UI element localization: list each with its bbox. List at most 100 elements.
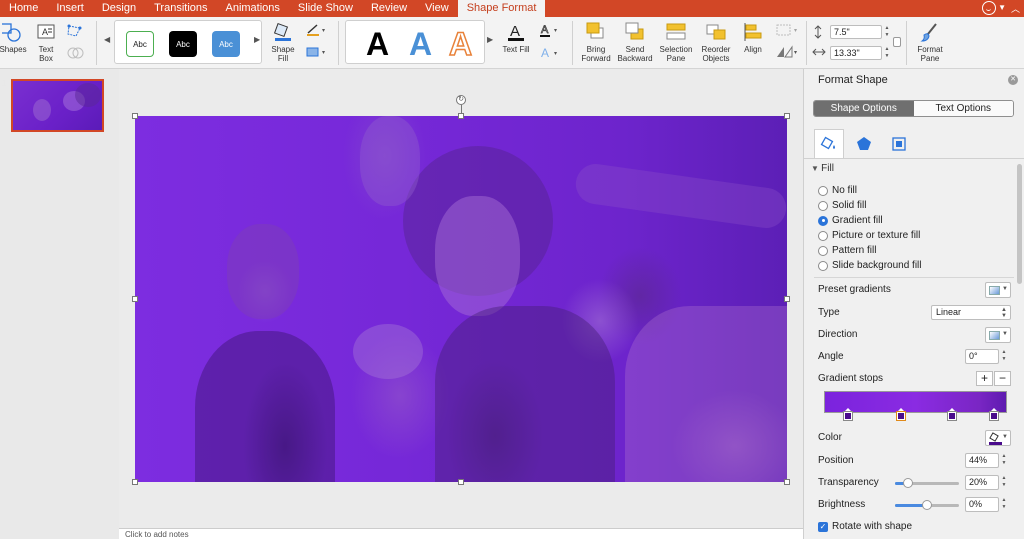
width-stepper[interactable]: ▲ ▼ bbox=[883, 46, 891, 60]
shape-outline-icon[interactable]: ▾ bbox=[305, 23, 329, 37]
format-pane-button[interactable]: Format Pane bbox=[912, 21, 948, 63]
radio-picture-fill[interactable] bbox=[818, 230, 828, 241]
text-effects-icon[interactable]: A ▾ bbox=[539, 45, 561, 61]
send-backward-button[interactable]: Send Backward bbox=[616, 21, 654, 63]
shape-options-tab[interactable]: Shape Options bbox=[814, 101, 914, 116]
fill-section-header[interactable]: ▼ Fill bbox=[811, 163, 834, 174]
reorder-objects-button[interactable]: Reorder Objects bbox=[698, 21, 734, 63]
wordart-style-orange[interactable]: A bbox=[448, 26, 473, 62]
resize-handle-left[interactable] bbox=[132, 296, 138, 302]
pattern-fill-option[interactable]: Pattern fill bbox=[818, 245, 876, 256]
gradient-stop-1[interactable] bbox=[842, 408, 853, 421]
gradient-type-select[interactable]: Linear ▲ ▼ bbox=[931, 305, 1011, 320]
text-options-tab[interactable]: Text Options bbox=[913, 101, 1013, 116]
svg-text:▾: ▾ bbox=[322, 28, 325, 34]
radio-slide-background-fill[interactable] bbox=[818, 260, 828, 271]
radio-no-fill[interactable] bbox=[818, 185, 828, 196]
rotate-with-shape-checkbox[interactable]: ✓ Rotate with shape bbox=[818, 521, 912, 532]
gradient-stop-4[interactable] bbox=[989, 408, 1000, 421]
rotate-objects-icon[interactable]: ▾ bbox=[775, 45, 801, 59]
slide-thumbnail[interactable] bbox=[11, 79, 104, 132]
wordart-style-blue[interactable]: A bbox=[409, 27, 432, 61]
lock-aspect-icon[interactable] bbox=[893, 37, 901, 47]
brightness-slider[interactable] bbox=[895, 500, 959, 510]
selected-image-shape[interactable] bbox=[135, 116, 787, 482]
radio-pattern-fill[interactable] bbox=[818, 245, 828, 256]
transparency-input[interactable]: 20% bbox=[965, 475, 999, 490]
shapes-button[interactable]: Shapes bbox=[0, 21, 27, 54]
slide-background-fill-option[interactable]: Slide background fill bbox=[818, 260, 922, 271]
align-button[interactable]: Align bbox=[738, 21, 768, 54]
add-gradient-stop-button[interactable]: + bbox=[976, 371, 993, 386]
picture-texture-fill-option[interactable]: Picture or texture fill bbox=[818, 230, 920, 241]
tab-review[interactable]: Review bbox=[362, 0, 416, 17]
brightness-slider-knob[interactable] bbox=[922, 500, 932, 510]
tab-design[interactable]: Design bbox=[93, 0, 145, 17]
edit-shape-icon[interactable] bbox=[66, 23, 86, 39]
text-fill-button[interactable]: A Text Fill bbox=[500, 21, 532, 54]
resize-handle-top[interactable] bbox=[458, 113, 464, 119]
radio-gradient-fill[interactable] bbox=[818, 215, 828, 226]
shape-style-blue[interactable]: Abc bbox=[212, 31, 240, 57]
shape-height-input[interactable]: 7.5" bbox=[830, 25, 882, 39]
gradient-fill-option[interactable]: Gradient fill bbox=[818, 215, 883, 226]
fill-line-tab[interactable] bbox=[814, 129, 844, 158]
resize-handle-top-right[interactable] bbox=[784, 113, 790, 119]
tab-view[interactable]: View bbox=[416, 0, 458, 17]
tab-insert[interactable]: Insert bbox=[47, 0, 93, 17]
direction-dropdown[interactable]: ▼ bbox=[985, 327, 1011, 343]
color-picker-button[interactable]: ▼ bbox=[985, 430, 1011, 446]
effects-tab[interactable] bbox=[849, 129, 879, 158]
group-objects-icon[interactable]: ▾ bbox=[775, 23, 801, 37]
resize-handle-bottom-right[interactable] bbox=[784, 479, 790, 485]
resize-handle-top-left[interactable] bbox=[132, 113, 138, 119]
transparency-slider[interactable] bbox=[895, 478, 959, 488]
bring-forward-button[interactable]: Bring Forward bbox=[578, 21, 614, 63]
shape-style-outline[interactable]: Abc bbox=[126, 31, 154, 57]
merge-shapes-icon[interactable] bbox=[66, 45, 86, 61]
shape-fill-button[interactable]: Shape Fill bbox=[268, 21, 298, 63]
brightness-input[interactable]: 0% bbox=[965, 497, 999, 512]
gradient-stop-2[interactable] bbox=[895, 408, 906, 421]
chevron-down-icon[interactable]: ▼ bbox=[998, 3, 1006, 12]
collapse-ribbon-icon[interactable]: ︿ bbox=[1011, 2, 1020, 15]
text-box-button[interactable]: A Text Box bbox=[32, 21, 60, 63]
selection-pane-button[interactable]: Selection Pane bbox=[656, 21, 696, 63]
resize-handle-bottom-left[interactable] bbox=[132, 479, 138, 485]
no-fill-option[interactable]: No fill bbox=[818, 185, 857, 196]
height-stepper[interactable]: ▲ ▼ bbox=[883, 25, 891, 39]
text-outline-icon[interactable]: A ▾ bbox=[539, 22, 561, 38]
position-input[interactable]: 44% bbox=[965, 453, 999, 468]
transparency-stepper[interactable]: ▲ ▼ bbox=[1000, 475, 1008, 490]
notes-area[interactable]: Click to add notes bbox=[119, 528, 803, 539]
brightness-stepper[interactable]: ▲ ▼ bbox=[1000, 497, 1008, 512]
tab-animations[interactable]: Animations bbox=[217, 0, 289, 17]
wordart-next-arrow[interactable]: ▶ bbox=[487, 35, 493, 44]
preset-gradients-dropdown[interactable]: ▼ bbox=[985, 282, 1011, 298]
gradient-stop-3[interactable] bbox=[947, 408, 958, 421]
radio-solid-fill[interactable] bbox=[818, 200, 828, 211]
rotate-handle[interactable]: ↻ bbox=[456, 95, 466, 105]
resize-handle-right[interactable] bbox=[784, 296, 790, 302]
tab-slide-show[interactable]: Slide Show bbox=[289, 0, 362, 17]
resize-handle-bottom[interactable] bbox=[458, 479, 464, 485]
user-icon[interactable] bbox=[982, 1, 996, 15]
transparency-slider-knob[interactable] bbox=[902, 478, 913, 488]
gallery-next-arrow[interactable]: ▶ bbox=[254, 35, 260, 44]
tab-transitions[interactable]: Transitions bbox=[145, 0, 216, 17]
shape-effects-icon[interactable]: ▾ bbox=[305, 45, 329, 59]
pane-scrollbar[interactable] bbox=[1017, 164, 1022, 284]
angle-stepper[interactable]: ▲ ▼ bbox=[1000, 349, 1008, 364]
close-icon[interactable]: ✕ bbox=[1008, 75, 1018, 85]
size-properties-tab[interactable] bbox=[884, 129, 914, 158]
angle-input[interactable]: 0° bbox=[965, 349, 999, 364]
shape-style-black[interactable]: Abc bbox=[169, 31, 197, 57]
tab-home[interactable]: Home bbox=[0, 0, 47, 17]
solid-fill-option[interactable]: Solid fill bbox=[818, 200, 866, 211]
remove-gradient-stop-button[interactable]: − bbox=[994, 371, 1011, 386]
gallery-prev-arrow[interactable]: ◀ bbox=[104, 35, 110, 44]
position-stepper[interactable]: ▲ ▼ bbox=[1000, 453, 1008, 468]
tab-shape-format[interactable]: Shape Format bbox=[457, 0, 546, 17]
shape-width-input[interactable]: 13.33" bbox=[830, 46, 882, 60]
wordart-style-black[interactable]: A bbox=[366, 27, 389, 61]
